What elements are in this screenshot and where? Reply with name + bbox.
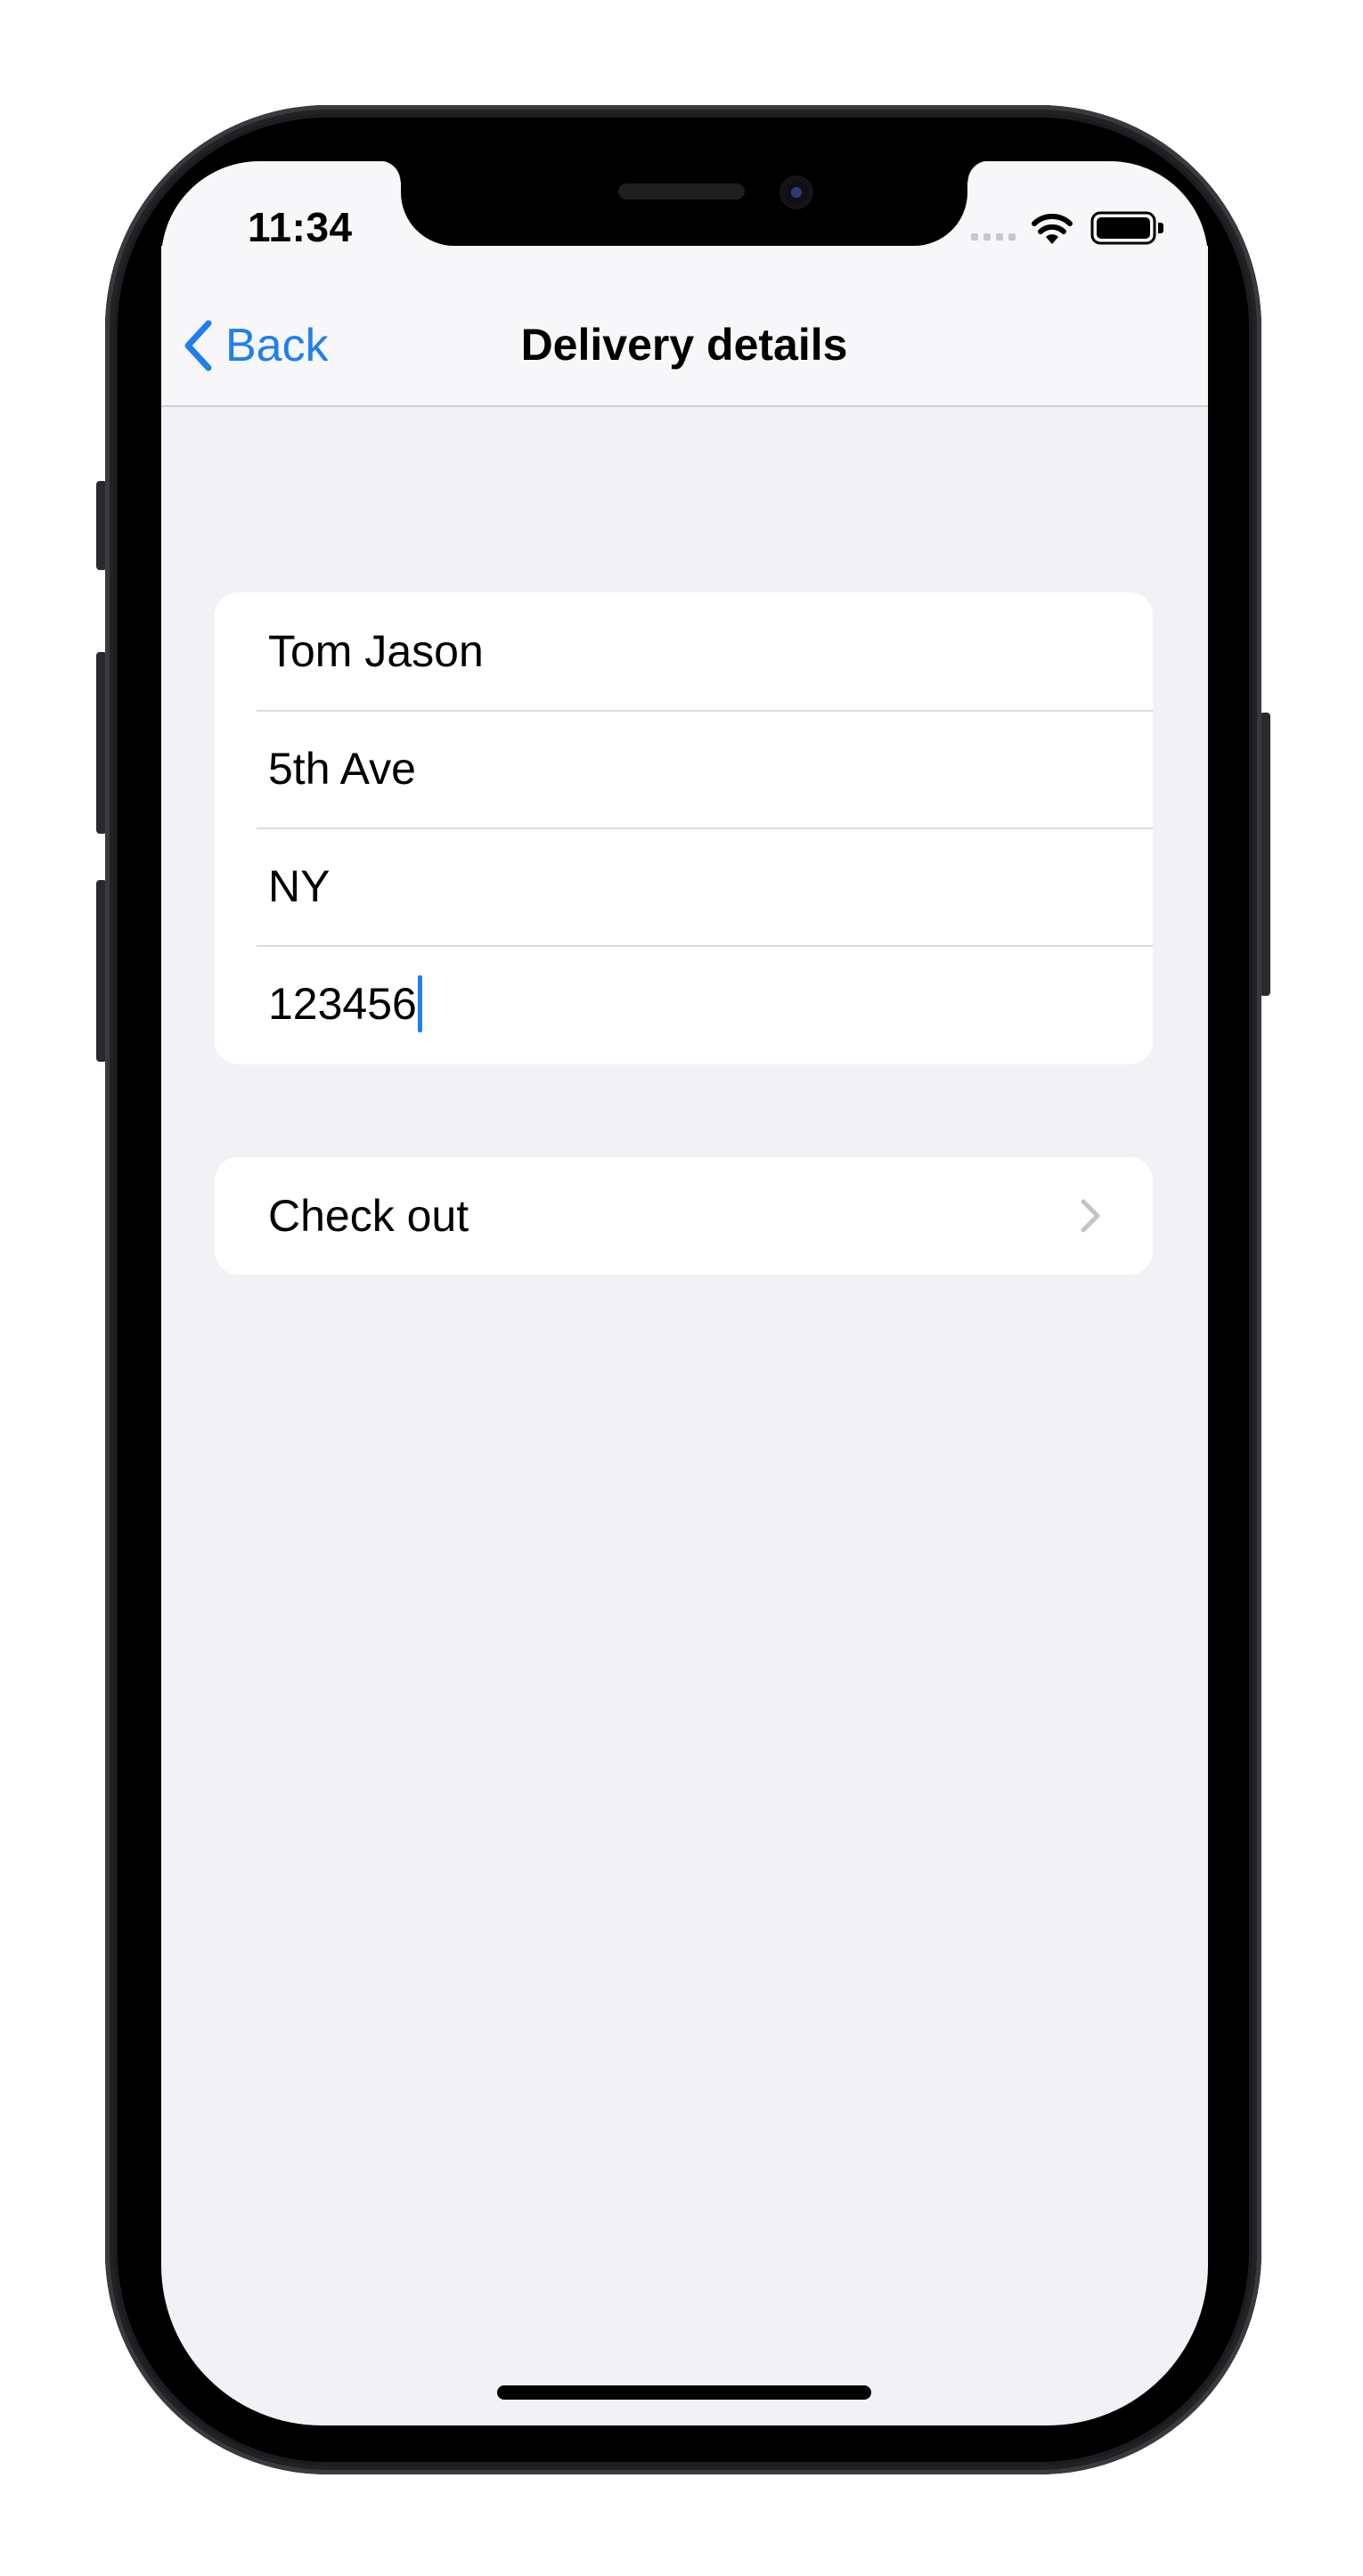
screen xyxy=(161,161,1208,2425)
wifi-icon xyxy=(1032,214,1073,244)
status-time: 11:34 xyxy=(248,204,353,250)
notch xyxy=(380,160,989,246)
text-caret xyxy=(417,975,422,1032)
signal-dots-icon xyxy=(971,233,1016,240)
postal-code-value: 123456 xyxy=(268,979,417,1029)
city-field[interactable]: NY xyxy=(268,827,330,945)
form-row-street[interactable]: 5th Ave xyxy=(215,710,1153,827)
checkout-label: Check out xyxy=(268,1191,469,1241)
page-title: Delivery details xyxy=(520,320,848,370)
chevron-left-icon xyxy=(184,320,212,371)
back-button-label: Back xyxy=(225,320,329,371)
form-row-postal-code[interactable]: 123456 xyxy=(215,945,1153,1063)
checkout-button[interactable]: Check out xyxy=(215,1157,1153,1275)
form-row-name[interactable]: Tom Jason xyxy=(215,592,1153,710)
chevron-right-icon xyxy=(1081,1199,1100,1233)
speaker-grille xyxy=(618,183,745,200)
street-field[interactable]: 5th Ave xyxy=(268,710,416,827)
back-button[interactable]: Back xyxy=(183,314,329,378)
front-camera xyxy=(779,175,813,209)
delivery-form: Tom Jason 5th Ave NY 123456 xyxy=(215,592,1153,1064)
postal-code-field[interactable]: 123456 xyxy=(268,945,422,1063)
battery-icon xyxy=(1090,211,1163,245)
name-field[interactable]: Tom Jason xyxy=(268,592,484,710)
home-indicator[interactable] xyxy=(497,2385,871,2400)
form-row-city[interactable]: NY xyxy=(215,827,1153,945)
